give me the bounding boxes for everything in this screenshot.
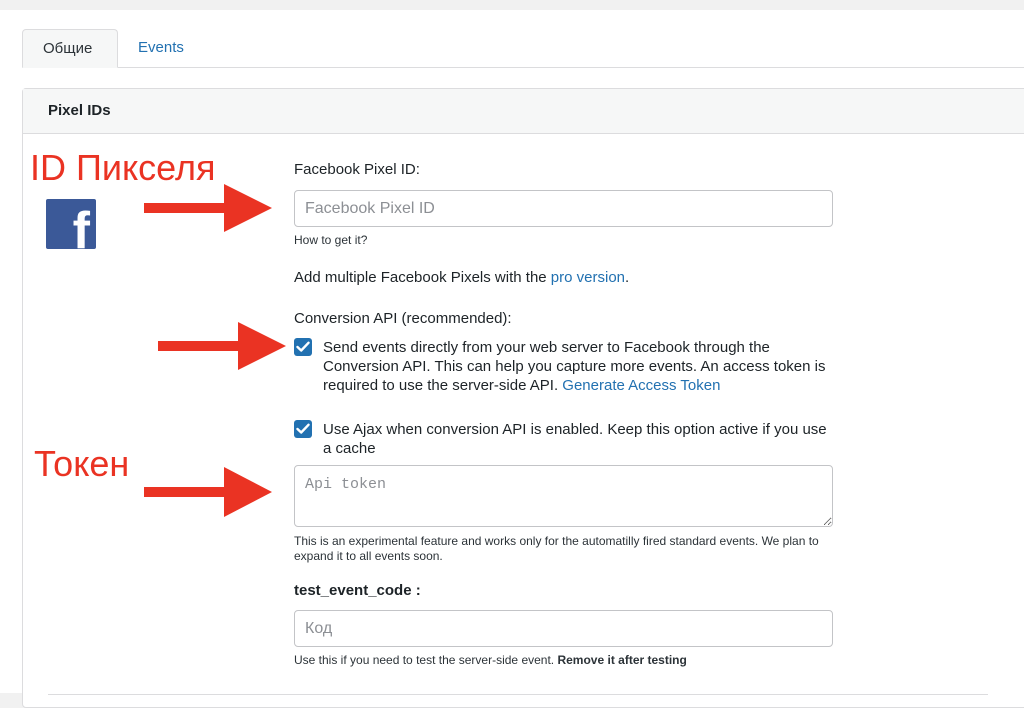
pixel-id-label: Facebook Pixel ID: xyxy=(294,161,420,178)
test-event-code-input[interactable] xyxy=(294,610,833,647)
experimental-note: This is an experimental feature and work… xyxy=(294,534,819,563)
send-events-checkbox[interactable] xyxy=(294,338,312,356)
tab-bar: Общие Events xyxy=(22,29,1024,68)
use-ajax-text: Use Ajax when conversion API is enabled.… xyxy=(323,421,827,457)
test-event-help-bold: Remove it after testing xyxy=(557,653,687,667)
conversion-api-heading: Conversion API (recommended): xyxy=(294,310,512,327)
use-ajax-checkbox[interactable] xyxy=(294,420,312,438)
pro-version-link[interactable]: pro version xyxy=(551,269,625,286)
facebook-logo-icon: f xyxy=(46,199,96,249)
arrow-to-checkbox-icon xyxy=(158,322,286,370)
test-event-code-label: test_event_code : xyxy=(294,582,421,599)
arrow-to-pixel-field-icon xyxy=(144,184,272,232)
tab-events[interactable]: Events xyxy=(118,29,204,67)
pro-version-text: Add multiple Facebook Pixels with the pr… xyxy=(294,269,629,286)
tab-general[interactable]: Общие xyxy=(22,29,118,68)
settings-page: Общие Events Pixel IDs ID Пикселя Токен … xyxy=(0,10,1024,708)
pixel-id-input[interactable] xyxy=(294,190,833,227)
send-events-text: Send events directly from your web serve… xyxy=(323,338,833,395)
pro-version-prefix: Add multiple Facebook Pixels with the xyxy=(294,269,551,286)
checkmark-icon xyxy=(296,341,310,352)
arrow-to-token-field-icon xyxy=(144,467,272,517)
test-event-help: Use this if you need to test the server-… xyxy=(294,653,687,668)
generate-access-token-link[interactable]: Generate Access Token xyxy=(562,377,720,394)
section-divider xyxy=(48,694,988,695)
pro-version-suffix: . xyxy=(625,269,630,286)
api-token-textarea[interactable] xyxy=(294,465,833,527)
card-title: Pixel IDs xyxy=(23,89,1024,134)
test-event-help-text: Use this if you need to test the server-… xyxy=(294,653,558,667)
annotation-token: Токен xyxy=(34,443,130,484)
how-to-get-it-link[interactable]: How to get it? xyxy=(294,233,367,248)
checkmark-icon xyxy=(296,423,310,434)
annotation-pixel-id: ID Пикселя xyxy=(30,147,216,188)
